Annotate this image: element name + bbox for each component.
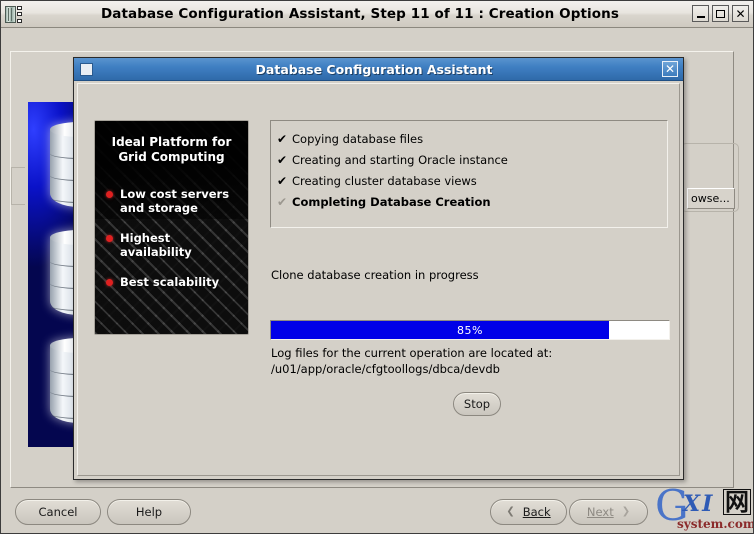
- promo-bullet-label: Best scalability: [120, 275, 220, 289]
- chevron-right-icon: ❯: [621, 506, 631, 517]
- promo-panel: Ideal Platform for Grid Computing Low co…: [94, 120, 249, 335]
- dialog-title: Database Configuration Assistant: [255, 61, 493, 77]
- dialog-close-button[interactable]: ✕: [662, 61, 678, 77]
- help-button-label: Help: [135, 505, 163, 519]
- step-item: ✔ Creating and starting Oracle instance: [277, 149, 667, 170]
- close-icon: ✕: [735, 6, 746, 21]
- promo-headline-line2: Grid Computing: [118, 150, 225, 164]
- close-icon: ✕: [664, 62, 676, 76]
- dialog-titlebar: Database Configuration Assistant ✕: [74, 58, 683, 81]
- progress-bar: 85%: [270, 320, 670, 340]
- promo-headline-line1: Ideal Platform for: [111, 135, 232, 149]
- progress-dialog: Database Configuration Assistant ✕ Ideal…: [73, 57, 684, 480]
- step-item: ✔ Creating cluster database views: [277, 170, 667, 191]
- stop-button[interactable]: Stop: [453, 392, 501, 416]
- promo-content: Ideal Platform for Grid Computing Low co…: [95, 121, 248, 334]
- maximize-icon: [716, 9, 725, 18]
- promo-bullet-item: Best scalability: [104, 275, 239, 289]
- window-controls: ✕: [692, 5, 749, 22]
- promo-bullet-label: Highest availability: [120, 231, 192, 259]
- close-button[interactable]: ✕: [732, 5, 749, 22]
- promo-bullet-item: Low cost servers and storage: [104, 187, 239, 215]
- chevron-left-icon: ❮: [506, 506, 515, 517]
- dialog-body: Ideal Platform for Grid Computing Low co…: [77, 83, 680, 476]
- step-item: ✔ Copying database files: [277, 128, 667, 149]
- promo-headline: Ideal Platform for Grid Computing: [104, 135, 239, 165]
- log-location-path: /u01/app/oracle/cfgtoollogs/dbca/devdb: [271, 362, 500, 376]
- log-location-label: Log files for the current operation are …: [271, 346, 553, 360]
- browse-button[interactable]: owse...: [687, 188, 735, 209]
- step-item-active: ✔ Completing Database Creation: [277, 191, 667, 212]
- promo-bullet-item: Highest availability: [104, 231, 239, 259]
- progress-bar-label: 85%: [457, 323, 483, 337]
- wizard-footer: Cancel Help ❮ Back Next ❯: [1, 490, 753, 533]
- minimize-icon: [696, 15, 705, 18]
- next-button-label: Next: [586, 505, 614, 519]
- step-label: Creating and starting Oracle instance: [292, 152, 508, 167]
- bullet-dot-icon: [106, 235, 113, 242]
- background-field-fragment: [11, 167, 25, 205]
- dialog-system-menu-icon[interactable]: [80, 62, 93, 76]
- status-text: Clone database creation in progress: [271, 268, 479, 282]
- stop-button-label: Stop: [463, 397, 491, 411]
- bullet-dot-icon: [106, 279, 113, 286]
- back-button-label: Back: [522, 505, 551, 519]
- cancel-button-label: Cancel: [38, 505, 78, 519]
- check-icon: ✔: [277, 152, 288, 167]
- step-label: Creating cluster database views: [292, 173, 477, 188]
- app-icon: [4, 4, 26, 25]
- check-icon: ✔: [277, 194, 288, 209]
- minimize-button[interactable]: [692, 5, 709, 22]
- progress-step-list: ✔ Copying database files ✔ Creating and …: [270, 120, 668, 228]
- main-window-title: Database Configuration Assistant, Step 1…: [100, 6, 620, 22]
- bullet-dot-icon: [106, 191, 113, 198]
- check-icon: ✔: [277, 173, 288, 188]
- main-window-titlebar: Database Configuration Assistant, Step 1…: [1, 1, 753, 28]
- back-button[interactable]: ❮ Back: [490, 499, 567, 525]
- screen-root: Database Configuration Assistant, Step 1…: [0, 0, 754, 534]
- cancel-button[interactable]: Cancel: [15, 499, 101, 525]
- step-label: Completing Database Creation: [292, 194, 491, 209]
- promo-bullet-label: Low cost servers and storage: [120, 187, 230, 215]
- maximize-button[interactable]: [712, 5, 729, 22]
- help-button[interactable]: Help: [107, 499, 191, 525]
- step-label: Copying database files: [292, 131, 424, 146]
- check-icon: ✔: [277, 131, 288, 146]
- next-button[interactable]: Next ❯: [569, 499, 648, 525]
